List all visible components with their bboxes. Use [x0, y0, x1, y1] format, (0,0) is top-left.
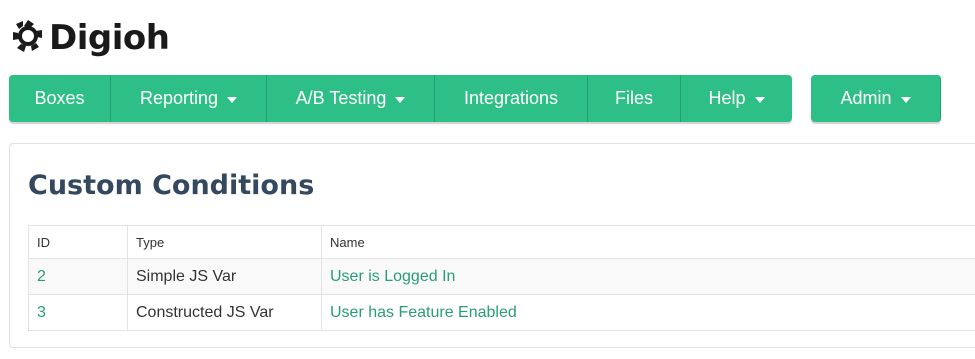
column-header-id: ID	[28, 225, 128, 259]
nav-item-boxes[interactable]: Boxes	[9, 75, 111, 122]
table-row: 2 Simple JS Var User is Logged In	[28, 258, 975, 295]
nav-item-files[interactable]: Files	[588, 75, 681, 122]
condition-id-link[interactable]: 2	[37, 268, 46, 285]
cell-name[interactable]: User has Feature Enabled	[321, 294, 975, 331]
page-title: Custom Conditions	[28, 170, 315, 201]
brand-logo[interactable]: Digioh	[10, 16, 170, 60]
nav-item-label: Boxes	[34, 88, 85, 108]
conditions-table: ID Type Name 2 Simple JS Var User is Log…	[28, 225, 975, 331]
table-header-row: ID Type Name	[28, 225, 975, 259]
condition-name-link[interactable]: User has Feature Enabled	[330, 304, 517, 321]
brand-name: Digioh	[49, 18, 170, 58]
caret-down-icon	[395, 96, 406, 103]
nav-item-reporting[interactable]: Reporting	[111, 75, 267, 122]
nav-item-label: Help	[708, 88, 746, 108]
nav-item-label: Reporting	[139, 88, 219, 108]
cell-type: Constructed JS Var	[127, 294, 322, 331]
caret-down-icon	[900, 96, 911, 103]
digioh-logo-icon	[10, 18, 49, 59]
nav-item-help[interactable]: Help	[681, 75, 792, 122]
nav-item-label: Admin	[840, 88, 892, 108]
cell-id[interactable]: 2	[28, 258, 128, 295]
nav-item-label: A/B Testing	[295, 88, 387, 108]
column-header-type: Type	[127, 225, 322, 259]
nav-item-label: Files	[614, 88, 653, 108]
column-header-name: Name	[321, 225, 975, 259]
table-row: 3 Constructed JS Var User has Feature En…	[28, 294, 975, 331]
cell-type: Simple JS Var	[127, 258, 322, 295]
nav-item-ab-testing[interactable]: A/B Testing	[267, 75, 435, 122]
content-panel: Custom Conditions ID Type Name 2 Simple …	[9, 143, 975, 348]
nav-item-admin[interactable]: Admin	[811, 75, 941, 122]
nav-item-integrations[interactable]: Integrations	[435, 75, 588, 122]
cell-id[interactable]: 3	[28, 294, 128, 331]
condition-name-link[interactable]: User is Logged In	[330, 268, 455, 285]
caret-down-icon	[754, 96, 765, 103]
caret-down-icon	[227, 96, 238, 103]
condition-id-link[interactable]: 3	[37, 304, 46, 321]
cell-name[interactable]: User is Logged In	[321, 258, 975, 295]
nav-item-label: Integrations	[463, 88, 559, 108]
main-nav: Boxes Reporting A/B Testing Integrations…	[9, 75, 792, 122]
